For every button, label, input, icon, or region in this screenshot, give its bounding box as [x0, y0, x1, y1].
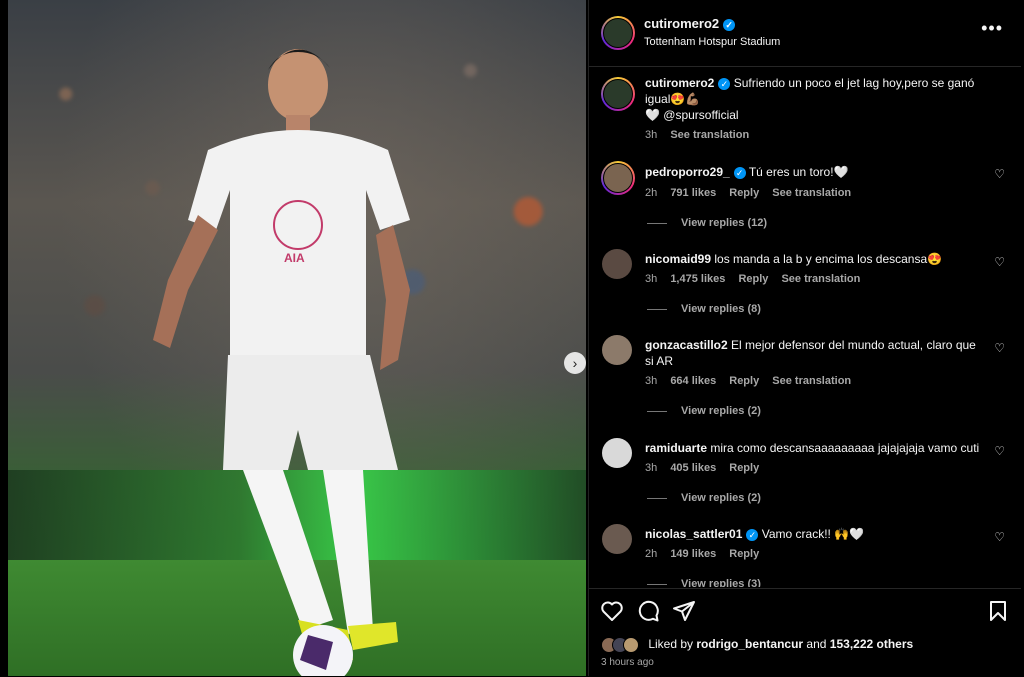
view-replies-link[interactable]: View replies (12)	[647, 217, 767, 229]
comment-time: 2h	[645, 548, 658, 560]
author-avatar[interactable]	[601, 16, 635, 50]
comment-icon[interactable]	[636, 599, 660, 623]
action-bar: Liked by rodrigo_bentancur and 153,222 o…	[589, 588, 1021, 677]
comment-username[interactable]: gonzacastillo2	[645, 338, 728, 352]
comment-time: 3h	[645, 462, 658, 474]
see-translation-link[interactable]: See translation	[772, 187, 851, 199]
post-header: cutiromero2 ✓ Tottenham Hotspur Stadium •…	[589, 0, 1021, 67]
verified-icon: ✓	[733, 166, 746, 179]
comment-username[interactable]: nicomaid99	[645, 252, 711, 266]
comment-time: 3h	[645, 273, 658, 285]
reply-link[interactable]: Reply	[729, 548, 759, 560]
view-replies-link[interactable]: View replies (8)	[647, 303, 761, 315]
liked-and-label: and	[806, 637, 827, 652]
like-comment-heart-icon[interactable]: ♡	[994, 255, 1005, 269]
view-replies-link[interactable]: View replies (2)	[647, 405, 761, 417]
next-image-button[interactable]: ›	[564, 352, 586, 374]
caption-time: 3h	[645, 129, 658, 141]
commenter-avatar[interactable]	[602, 335, 632, 365]
caption-mention[interactable]: 🤍 @spursofficial	[645, 108, 739, 122]
svg-text:AIA: AIA	[284, 251, 305, 265]
reply-link[interactable]: Reply	[738, 273, 768, 285]
caption-meta: 3h See translation	[645, 129, 759, 141]
post-image[interactable]: AIA ›	[8, 0, 586, 676]
reply-link[interactable]: Reply	[729, 375, 759, 387]
liker-avatar	[623, 637, 639, 653]
like-comment-heart-icon[interactable]: ♡	[994, 167, 1005, 181]
like-comment-heart-icon[interactable]: ♡	[994, 341, 1005, 355]
post-location[interactable]: Tottenham Hotspur Stadium	[644, 36, 780, 48]
verified-icon: ✓	[723, 18, 736, 31]
author-username[interactable]: cutiromero2 ✓	[644, 16, 736, 31]
commenter-avatar[interactable]	[602, 249, 632, 279]
player-figure: AIA	[153, 49, 410, 676]
reply-link[interactable]: Reply	[729, 187, 759, 199]
caption-username[interactable]: cutiromero2	[645, 76, 714, 90]
view-replies-link[interactable]: View replies (2)	[647, 492, 761, 504]
comment-text: mira como descansaaaaaaaaa jajajajaja va…	[710, 441, 980, 455]
comment-username[interactable]: nicolas_sattler01	[645, 527, 742, 541]
reply-link[interactable]: Reply	[729, 462, 759, 474]
likes-summary[interactable]: Liked by rodrigo_bentancur and 153,222 o…	[601, 637, 913, 653]
post-timestamp: 3 hours ago	[601, 657, 654, 668]
comment-text: los manda a la b y encima los descansa😍	[714, 252, 943, 266]
comment-username[interactable]: ramiduarte	[645, 441, 707, 455]
bookmark-icon[interactable]	[986, 599, 1010, 623]
liked-by-user[interactable]: rodrigo_bentancur	[696, 637, 803, 651]
view-replies-link[interactable]: View replies (3)	[647, 578, 761, 587]
post-panel: cutiromero2 ✓ Tottenham Hotspur Stadium •…	[588, 0, 1021, 676]
comment-likes[interactable]: 791 likes	[670, 187, 716, 199]
like-comment-heart-icon[interactable]: ♡	[994, 444, 1005, 458]
see-translation-link[interactable]: See translation	[670, 129, 749, 141]
comment-likes[interactable]: 149 likes	[670, 548, 716, 560]
more-options-button[interactable]: •••	[981, 18, 1003, 39]
commenter-avatar[interactable]	[602, 438, 632, 468]
verified-icon: ✓	[718, 77, 731, 90]
comment-text: Vamo crack!! 🙌🤍	[761, 527, 865, 541]
comment-likes[interactable]: 1,475 likes	[670, 273, 725, 285]
heart-icon[interactable]	[600, 599, 624, 623]
commenter-avatar[interactable]	[601, 161, 635, 195]
commenter-avatar[interactable]	[602, 524, 632, 554]
comment-time: 2h	[645, 187, 658, 199]
comments-list[interactable]: cutiromero2 ✓ Sufriendo un poco el jet la…	[589, 67, 1021, 587]
comment-username[interactable]: pedroporro29_	[645, 165, 730, 179]
caption-avatar[interactable]	[601, 77, 635, 111]
comment-time: 3h	[645, 375, 658, 387]
comment-text: Tú eres un toro!🤍	[748, 165, 849, 179]
see-translation-link[interactable]: See translation	[781, 273, 860, 285]
comment-likes[interactable]: 664 likes	[670, 375, 716, 387]
send-icon[interactable]	[672, 599, 696, 623]
see-translation-link[interactable]: See translation	[772, 375, 851, 387]
verified-icon: ✓	[746, 528, 759, 541]
comment-likes[interactable]: 405 likes	[670, 462, 716, 474]
liked-by-label: Liked by	[648, 637, 694, 652]
like-comment-heart-icon[interactable]: ♡	[994, 530, 1005, 544]
likes-count[interactable]: 153,222 others	[830, 637, 913, 651]
